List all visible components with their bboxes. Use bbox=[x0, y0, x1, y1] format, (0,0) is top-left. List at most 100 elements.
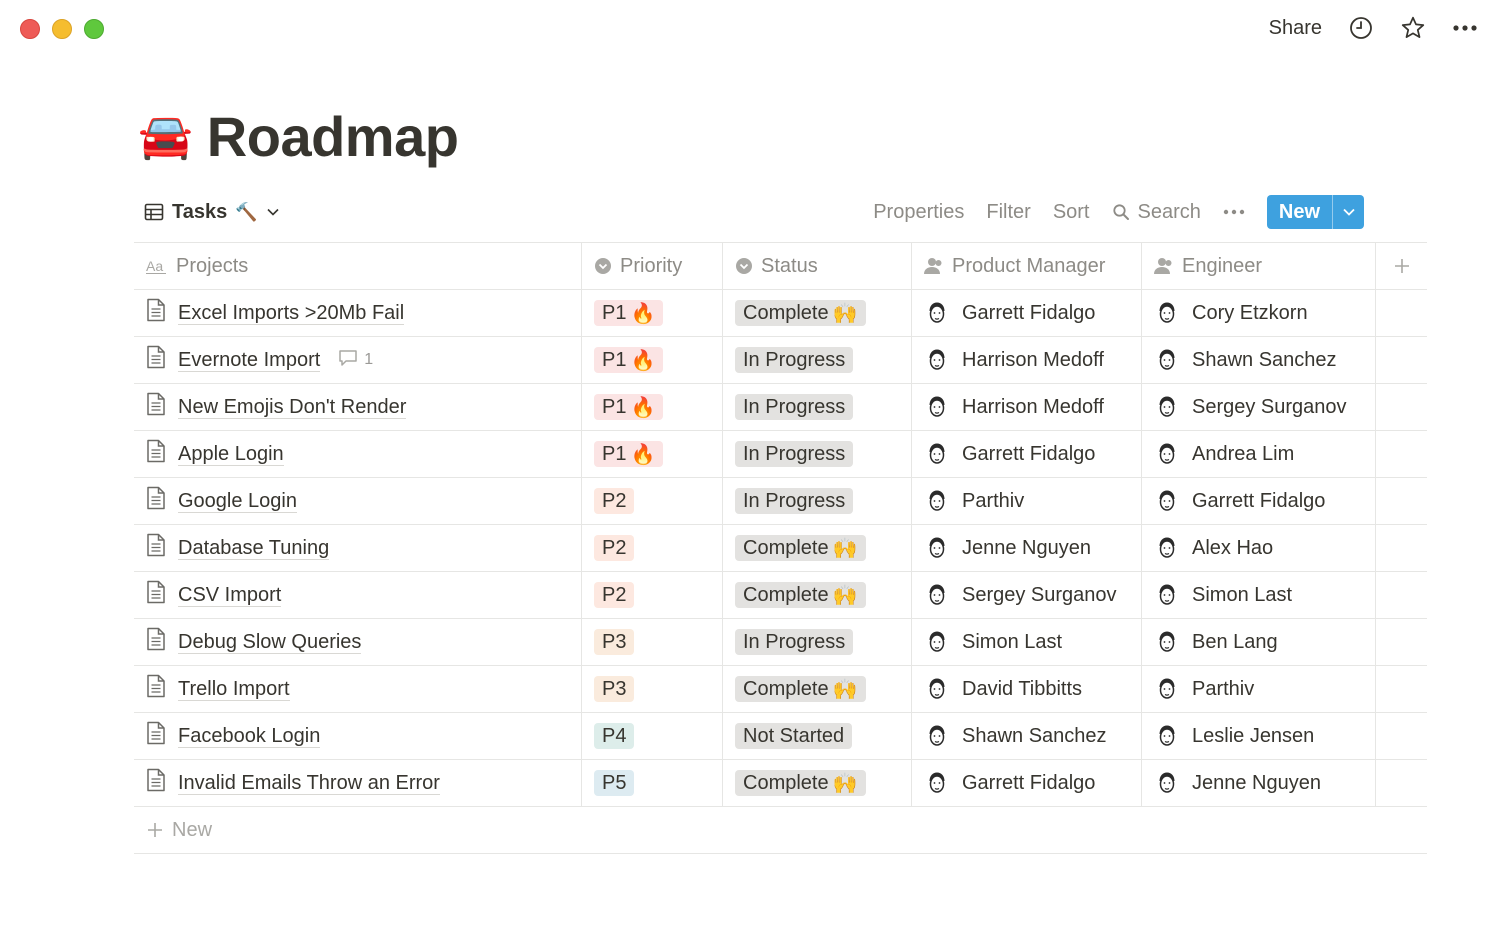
table-row[interactable]: Evernote Import 1 P1 🔥 In Progress Harrison M… bbox=[134, 337, 1427, 384]
project-name[interactable]: Trello Import bbox=[178, 678, 290, 701]
product-manager-cell[interactable]: Harrison Medoff bbox=[912, 337, 1142, 383]
view-selector[interactable]: Tasks 🔨 bbox=[134, 201, 280, 224]
status-cell[interactable]: In Progress bbox=[723, 431, 912, 477]
new-button[interactable]: New bbox=[1266, 195, 1364, 229]
project-cell[interactable]: Debug Slow Queries bbox=[134, 619, 582, 665]
project-cell[interactable]: Facebook Login bbox=[134, 713, 582, 759]
new-dropdown-button[interactable] bbox=[1332, 195, 1364, 229]
more-icon[interactable] bbox=[1452, 15, 1478, 41]
project-name[interactable]: Evernote Import bbox=[178, 349, 321, 372]
status-cell[interactable]: In Progress bbox=[723, 478, 912, 524]
product-manager-cell[interactable]: David Tibbitts bbox=[912, 666, 1142, 712]
status-cell[interactable]: Complete 🙌 bbox=[723, 290, 912, 336]
project-cell[interactable]: Excel Imports >20Mb Fail bbox=[134, 290, 582, 336]
product-manager-cell[interactable]: Jenne Nguyen bbox=[912, 525, 1142, 571]
more-options-button[interactable] bbox=[1223, 209, 1245, 215]
engineer-cell[interactable]: Garrett Fidalgo bbox=[1142, 478, 1376, 524]
page-title[interactable]: Roadmap bbox=[207, 104, 459, 169]
project-cell[interactable]: Invalid Emails Throw an Error bbox=[134, 760, 582, 806]
star-icon[interactable] bbox=[1400, 15, 1426, 41]
table-row[interactable]: Debug Slow Queries P3 In Progress Simon Las… bbox=[134, 619, 1427, 666]
engineer-cell[interactable]: Alex Hao bbox=[1142, 525, 1376, 571]
project-cell[interactable]: CSV Import bbox=[134, 572, 582, 618]
sort-button[interactable]: Sort bbox=[1053, 201, 1090, 224]
priority-cell[interactable]: P2 bbox=[582, 525, 723, 571]
priority-cell[interactable]: P5 bbox=[582, 760, 723, 806]
project-cell[interactable]: Trello Import bbox=[134, 666, 582, 712]
product-manager-cell[interactable]: Harrison Medoff bbox=[912, 384, 1142, 430]
project-name[interactable]: CSV Import bbox=[178, 584, 282, 607]
project-name[interactable]: Facebook Login bbox=[178, 725, 321, 748]
project-cell[interactable]: New Emojis Don't Render bbox=[134, 384, 582, 430]
priority-cell[interactable]: P3 bbox=[582, 619, 723, 665]
project-cell[interactable]: Evernote Import 1 bbox=[134, 337, 582, 383]
status-cell[interactable]: Complete 🙌 bbox=[723, 760, 912, 806]
engineer-cell[interactable]: Andrea Lim bbox=[1142, 431, 1376, 477]
new-button-label[interactable]: New bbox=[1267, 195, 1332, 229]
engineer-cell[interactable]: Jenne Nguyen bbox=[1142, 760, 1376, 806]
engineer-cell[interactable]: Ben Lang bbox=[1142, 619, 1376, 665]
table-row[interactable]: Apple Login P1 🔥 In Progress Garrett Fidalgo… bbox=[134, 431, 1427, 478]
table-row[interactable]: CSV Import P2 Complete 🙌 Sergey Surganov Simo… bbox=[134, 572, 1427, 619]
add-property-button[interactable] bbox=[1376, 243, 1427, 289]
engineer-cell[interactable]: Parthiv bbox=[1142, 666, 1376, 712]
table-row[interactable]: Database Tuning P2 Complete 🙌 Jenne Nguyen Al… bbox=[134, 525, 1427, 572]
engineer-cell[interactable]: Sergey Surganov bbox=[1142, 384, 1376, 430]
priority-cell[interactable]: P1 🔥 bbox=[582, 431, 723, 477]
table-row[interactable]: Excel Imports >20Mb Fail P1 🔥 Complete 🙌 Garr… bbox=[134, 290, 1427, 337]
priority-cell[interactable]: P1 🔥 bbox=[582, 384, 723, 430]
product-manager-cell[interactable]: Shawn Sanchez bbox=[912, 713, 1142, 759]
zoom-window-button[interactable] bbox=[84, 19, 104, 39]
header-engineer[interactable]: Engineer bbox=[1142, 243, 1376, 289]
table-row[interactable]: New Emojis Don't Render P1 🔥 In Progress Har… bbox=[134, 384, 1427, 431]
priority-cell[interactable]: P3 bbox=[582, 666, 723, 712]
priority-cell[interactable]: P2 bbox=[582, 478, 723, 524]
filter-button[interactable]: Filter bbox=[986, 201, 1030, 224]
priority-cell[interactable]: P4 bbox=[582, 713, 723, 759]
project-name[interactable]: Invalid Emails Throw an Error bbox=[178, 772, 440, 795]
product-manager-cell[interactable]: Simon Last bbox=[912, 619, 1142, 665]
engineer-cell[interactable]: Cory Etzkorn bbox=[1142, 290, 1376, 336]
table-row[interactable]: Facebook Login P4 Not Started Shawn Sanchez… bbox=[134, 713, 1427, 760]
status-cell[interactable]: In Progress bbox=[723, 619, 912, 665]
project-name[interactable]: Debug Slow Queries bbox=[178, 631, 362, 654]
add-row-button[interactable]: New bbox=[134, 807, 1427, 854]
project-name[interactable]: New Emojis Don't Render bbox=[178, 396, 407, 419]
minimize-window-button[interactable] bbox=[52, 19, 72, 39]
table-row[interactable]: Invalid Emails Throw an Error P5 Complete 🙌… bbox=[134, 760, 1427, 807]
priority-cell[interactable]: P1 🔥 bbox=[582, 337, 723, 383]
clock-icon[interactable] bbox=[1348, 15, 1374, 41]
status-cell[interactable]: Complete 🙌 bbox=[723, 666, 912, 712]
comment-count[interactable]: 1 bbox=[338, 349, 373, 372]
priority-cell[interactable]: P1 🔥 bbox=[582, 290, 723, 336]
priority-cell[interactable]: P2 bbox=[582, 572, 723, 618]
table-row[interactable]: Trello Import P3 Complete 🙌 David Tibbitts Pa… bbox=[134, 666, 1427, 713]
close-window-button[interactable] bbox=[20, 19, 40, 39]
project-cell[interactable]: Apple Login bbox=[134, 431, 582, 477]
product-manager-cell[interactable]: Parthiv bbox=[912, 478, 1142, 524]
search-button[interactable]: Search bbox=[1112, 201, 1201, 224]
project-name[interactable]: Excel Imports >20Mb Fail bbox=[178, 302, 405, 325]
product-manager-cell[interactable]: Garrett Fidalgo bbox=[912, 290, 1142, 336]
project-name[interactable]: Google Login bbox=[178, 490, 297, 513]
product-manager-cell[interactable]: Sergey Surganov bbox=[912, 572, 1142, 618]
project-cell[interactable]: Google Login bbox=[134, 478, 582, 524]
status-cell[interactable]: Not Started bbox=[723, 713, 912, 759]
product-manager-cell[interactable]: Garrett Fidalgo bbox=[912, 431, 1142, 477]
project-name[interactable]: Apple Login bbox=[178, 443, 284, 466]
header-projects[interactable]: Aa Projects bbox=[134, 243, 582, 289]
product-manager-cell[interactable]: Garrett Fidalgo bbox=[912, 760, 1142, 806]
status-cell[interactable]: In Progress bbox=[723, 337, 912, 383]
properties-button[interactable]: Properties bbox=[873, 201, 964, 224]
project-name[interactable]: Database Tuning bbox=[178, 537, 330, 560]
project-cell[interactable]: Database Tuning bbox=[134, 525, 582, 571]
page-icon[interactable]: 🚘 bbox=[138, 114, 193, 159]
status-cell[interactable]: Complete 🙌 bbox=[723, 572, 912, 618]
header-status[interactable]: Status bbox=[723, 243, 912, 289]
engineer-cell[interactable]: Shawn Sanchez bbox=[1142, 337, 1376, 383]
engineer-cell[interactable]: Leslie Jensen bbox=[1142, 713, 1376, 759]
engineer-cell[interactable]: Simon Last bbox=[1142, 572, 1376, 618]
share-button[interactable]: Share bbox=[1269, 17, 1322, 40]
table-row[interactable]: Google Login P2 In Progress Parthiv Garrett … bbox=[134, 478, 1427, 525]
status-cell[interactable]: Complete 🙌 bbox=[723, 525, 912, 571]
